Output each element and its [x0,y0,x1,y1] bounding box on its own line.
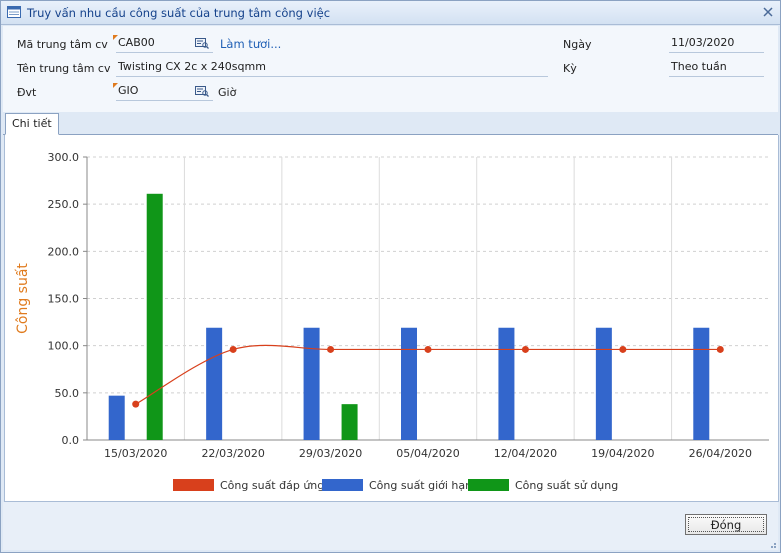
window-title: Truy vấn nhu cầu công suất của trung tâm… [27,6,331,20]
tab-strip: Chi tiết [3,113,778,135]
legend-swatch [173,479,214,491]
y-tick-label: 200.0 [48,245,80,258]
ten-ttcv-label: Tên trung tâm cv [17,62,111,75]
focus-rect [688,517,764,532]
legend-label: Công suất sử dụng [515,479,618,492]
close-icon[interactable] [762,6,774,18]
bar [303,327,320,440]
x-tick-label: 26/04/2020 [689,447,752,460]
bar [108,395,125,440]
x-tick-label: 19/04/2020 [591,447,654,460]
line-point [424,345,432,353]
bar [401,327,417,440]
x-tick-label: 15/03/2020 [104,447,167,460]
line-point [132,400,140,408]
line-point [716,345,724,353]
ky-value: Theo tuần [671,60,727,73]
dvt-label: Đvt [17,86,37,99]
lookup-icon[interactable] [195,37,209,49]
y-tick-label: 0.0 [62,434,80,447]
ngay-field[interactable]: 11/03/2020 [669,36,764,53]
legend-swatch [468,479,509,491]
lookup-icon[interactable] [195,85,209,97]
bar [341,404,358,440]
header-panel: Mã trung tâm cv CAB00 Làm tươi... Tên tr… [3,26,778,112]
ky-label: Kỳ [563,62,577,75]
ngay-label: Ngày [563,38,592,51]
x-tick-label: 22/03/2020 [201,447,264,460]
y-tick-label: 50.0 [55,387,80,400]
chart-panel: 0.0 50.0 100.0 150.0 200.0 250.0 300.0 Công suấ… [4,135,779,502]
capacity-chart: 0.0 50.0 100.0 150.0 200.0 250.0 300.0 Công suấ… [15,151,769,492]
dvt-name: Giờ [218,86,237,99]
legend-label: Công suất giới hạn [369,479,472,492]
close-button[interactable]: Đóng [685,514,767,535]
legend-swatch [322,479,363,491]
ten-ttcv-value: Twisting CX 2c x 240sqmm [118,60,266,73]
tab-chi-tiet[interactable]: Chi tiết [5,113,59,135]
line-point [619,345,627,353]
line-point [521,345,529,353]
ten-ttcv-field[interactable]: Twisting CX 2c x 240sqmm [116,60,548,77]
dvt-value: GIO [118,84,139,97]
y-axis-title: Công suất [15,263,31,334]
capacity-query-window: Truy vấn nhu cầu công suất của trung tâm… [0,0,781,553]
resize-grip-icon[interactable] [768,540,776,548]
x-tick-label: 12/04/2020 [494,447,557,460]
title-bar: Truy vấn nhu cầu công suất của trung tâm… [1,1,780,25]
ma-ttcv-value: CAB00 [118,36,155,49]
line-point [229,345,237,353]
form-icon [7,6,21,18]
x-tick-label: 29/03/2020 [299,447,362,460]
footer-bar: Đóng [3,502,778,550]
required-marker [113,35,118,40]
x-tick-label: 05/04/2020 [396,447,459,460]
ky-field[interactable]: Theo tuần [669,60,764,77]
bar [146,193,163,440]
y-tick-label: 300.0 [48,151,80,164]
ngay-value: 11/03/2020 [671,36,735,49]
y-tick-label: 150.0 [48,293,80,306]
y-tick-label: 250.0 [48,198,80,211]
ma-ttcv-label: Mã trung tâm cv [17,38,108,51]
bar [693,327,710,440]
y-tick-label: 100.0 [48,340,80,353]
refresh-link[interactable]: Làm tươi... [220,37,281,51]
bar [206,327,223,440]
line-point [327,345,335,353]
bar [498,327,515,440]
series-line [135,344,721,405]
required-marker [113,83,118,88]
bar [595,327,612,440]
legend-label: Công suất đáp ứng [220,479,324,492]
